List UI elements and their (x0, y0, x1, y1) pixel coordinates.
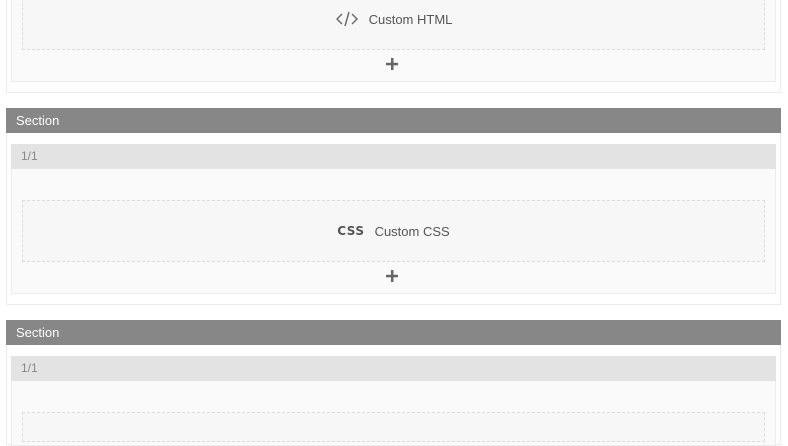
custom-html-module[interactable]: Custom HTML (22, 0, 765, 50)
module-placeholder[interactable] (22, 412, 765, 442)
custom-css-module[interactable]: CSS Custom CSS (22, 200, 765, 262)
module-label: Custom CSS (374, 223, 450, 239)
column-header[interactable]: 1/1 (11, 356, 776, 381)
section-header[interactable]: Section (6, 320, 781, 345)
add-module-button[interactable] (382, 54, 402, 74)
code-icon (335, 10, 359, 28)
column-size: 1/1 (21, 361, 38, 375)
module-label: Custom HTML (368, 11, 453, 27)
section-title: Section (16, 325, 60, 340)
plus-icon (386, 58, 398, 70)
column-header[interactable]: 1/1 (11, 144, 776, 169)
plus-icon (386, 270, 398, 282)
add-module-button[interactable] (382, 266, 402, 286)
css-icon: CSS (337, 224, 365, 238)
section-header[interactable]: Section (6, 108, 781, 133)
section-title: Section (16, 113, 60, 128)
column-size: 1/1 (21, 149, 38, 163)
